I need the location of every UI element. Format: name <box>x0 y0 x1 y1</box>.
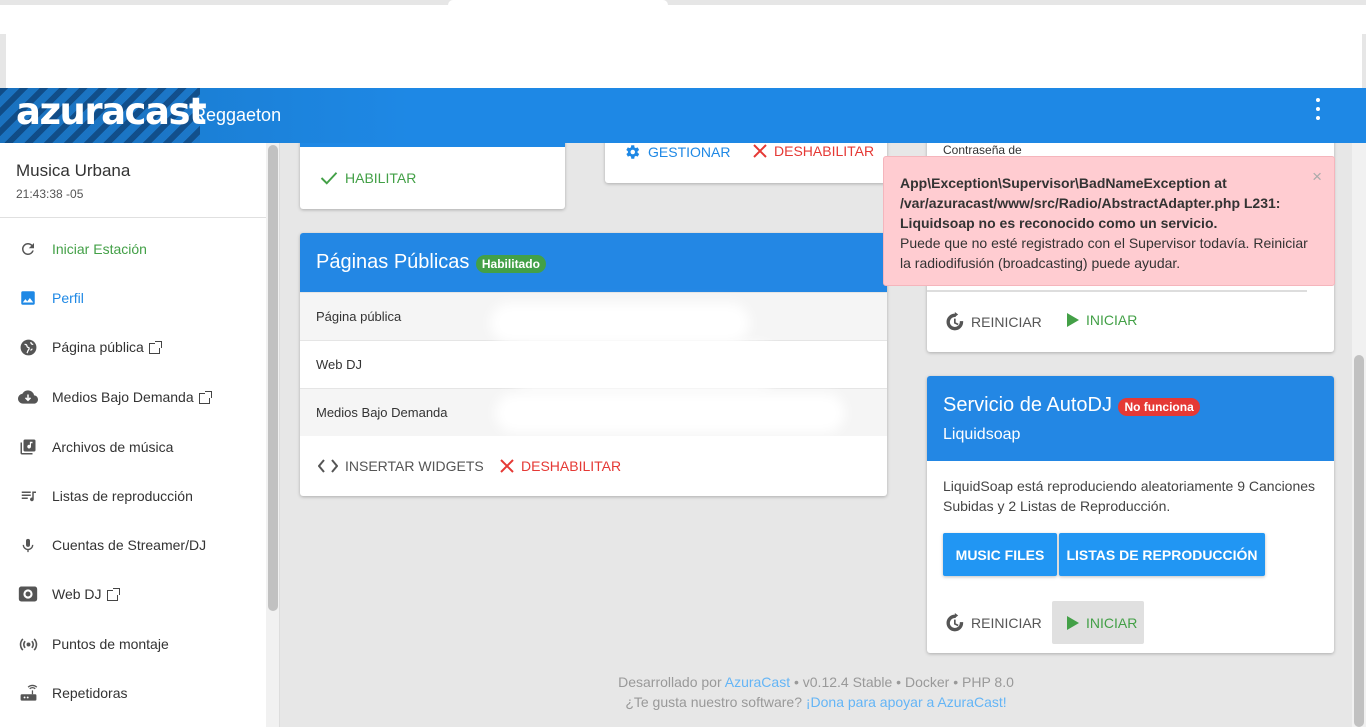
more-vert-icon[interactable] <box>1308 98 1328 120</box>
sidebar-item-label: Perfil <box>52 290 84 306</box>
speaker-icon <box>18 584 38 604</box>
sidebar-station-title: Musica Urbana <box>16 161 131 180</box>
sidebar-item-label: Medios Bajo Demanda <box>52 389 194 405</box>
restart-button[interactable]: REINICIAR <box>944 312 1042 332</box>
external-link-icon <box>106 587 120 601</box>
sidebar-item-mounts[interactable]: Puntos de montaje <box>0 622 266 666</box>
sidebar-item-start-station[interactable]: Iniciar Estación <box>0 227 266 271</box>
status-badge: Habilitado <box>475 254 546 273</box>
restart-icon <box>18 239 38 259</box>
enable-button[interactable]: HABILITAR <box>320 170 416 186</box>
autodj-description: LiquidSoap está reproduciendo aleatoriam… <box>943 478 1316 514</box>
public-pages-title: Páginas Públicas <box>316 251 470 273</box>
azuracast-logo[interactable]: azuracast <box>16 90 207 133</box>
image-icon <box>18 288 38 308</box>
top-blank-area <box>0 0 1366 88</box>
gear-icon <box>623 143 641 161</box>
sidebar-item-label: Archivos de música <box>52 439 174 455</box>
redaction-blur <box>495 393 845 433</box>
queue-music-icon <box>18 486 38 506</box>
autodj-card: Servicio de AutoDJ No funciona Liquidsoa… <box>927 376 1334 653</box>
app-header: azuracast Reggaeton <box>0 88 1366 143</box>
sidebar-item-label: Listas de reproducción <box>52 488 193 504</box>
mic-icon <box>18 535 38 555</box>
close-icon <box>753 144 767 158</box>
sidebar-item-profile[interactable]: Perfil <box>0 276 266 320</box>
globe-icon <box>18 337 38 357</box>
restart-icon <box>944 312 964 332</box>
play-icon <box>1067 615 1079 630</box>
sidebar-item-label: Web DJ <box>52 586 102 602</box>
sidebar-item-label: Repetidoras <box>52 685 128 701</box>
external-link-icon <box>148 340 162 354</box>
broadcast-icon <box>18 634 38 654</box>
disable-button[interactable]: DESHABILITAR <box>753 143 874 159</box>
station-name: Reggaeton <box>193 105 282 125</box>
sidebar-item-web-dj[interactable]: Web DJ <box>0 572 266 616</box>
error-alert: App\Exception\Supervisor\BadNameExceptio… <box>883 156 1335 286</box>
music-files-button[interactable]: MUSIC FILES <box>943 533 1057 576</box>
sidebar-item-label: Cuentas de Streamer/DJ <box>52 537 207 553</box>
sidebar-station-header: Musica Urbana 21:43:38 -05 <box>0 143 279 218</box>
sidebar-item-music-files[interactable]: Archivos de música <box>0 425 266 469</box>
main-scrollbar-thumb[interactable] <box>1354 355 1364 727</box>
public-pages-card: Páginas Públicas Habilitado Página públi… <box>300 233 887 496</box>
sidebar: Musica Urbana 21:43:38 -05 Iniciar Estac… <box>0 143 280 727</box>
autodj-title: Servicio de AutoDJ <box>943 394 1112 416</box>
sidebar-item-playlists[interactable]: Listas de reproducción <box>0 474 266 518</box>
azuracast-link[interactable]: AzuraCast <box>725 674 790 690</box>
close-icon[interactable]: × <box>1312 167 1322 187</box>
sidebar-item-streamers[interactable]: Cuentas de Streamer/DJ <box>0 523 266 567</box>
donate-link[interactable]: ¡Dona para apoyar a AzuraCast! <box>806 694 1007 710</box>
password-label: Contraseña de <box>943 143 1022 157</box>
sidebar-item-public-page[interactable]: Página pública <box>0 325 266 369</box>
play-icon <box>1067 313 1079 327</box>
restart-button[interactable]: REINICIAR <box>944 613 1042 633</box>
redaction-blur <box>490 303 750 343</box>
manage-button[interactable]: GESTIONAR <box>623 143 730 161</box>
close-icon <box>500 459 514 473</box>
playlists-button[interactable]: LISTAS DE REPRODUCCIÓN <box>1059 533 1265 576</box>
restart-icon <box>944 613 964 633</box>
check-icon <box>320 170 338 186</box>
sidebar-station-time: 21:43:38 -05 <box>16 187 84 201</box>
sidebar-item-label: Iniciar Estación <box>52 241 147 257</box>
status-badge: No funciona <box>1118 397 1200 416</box>
footer-credits: Desarrollado por AzuraCast • v0.12.4 Sta… <box>618 674 1014 690</box>
embed-widgets-button[interactable]: INSERTAR WIDGETS <box>318 458 484 474</box>
cloud-download-icon <box>18 387 38 407</box>
start-button[interactable]: INICIAR <box>1067 312 1137 328</box>
sidebar-item-label: Puntos de montaje <box>52 636 169 652</box>
external-link-icon <box>198 390 212 404</box>
sidebar-scrollbar-thumb[interactable] <box>268 145 278 611</box>
library-music-icon <box>18 437 38 457</box>
code-icon <box>318 459 338 473</box>
footer-donate: ¿Te gusta nuestro software? ¡Dona para a… <box>625 694 1007 710</box>
autodj-subtitle: Liquidsoap <box>943 426 1021 443</box>
redaction-blur <box>510 343 780 389</box>
main-scrollbar[interactable] <box>1352 143 1366 727</box>
sidebar-item-on-demand[interactable]: Medios Bajo Demanda <box>0 375 266 419</box>
router-icon <box>18 683 38 703</box>
browser-strip <box>0 0 1366 5</box>
disable-public-pages-button[interactable]: DESHABILITAR <box>500 458 621 474</box>
sidebar-item-relays[interactable]: Repetidoras <box>0 671 266 715</box>
sidebar-item-label: Página pública <box>52 339 144 355</box>
public-pages-header: Páginas Públicas Habilitado <box>300 233 887 292</box>
autodj-header: Servicio de AutoDJ No funciona Liquidsoa… <box>927 376 1334 461</box>
start-button[interactable]: INICIAR <box>1052 601 1144 644</box>
